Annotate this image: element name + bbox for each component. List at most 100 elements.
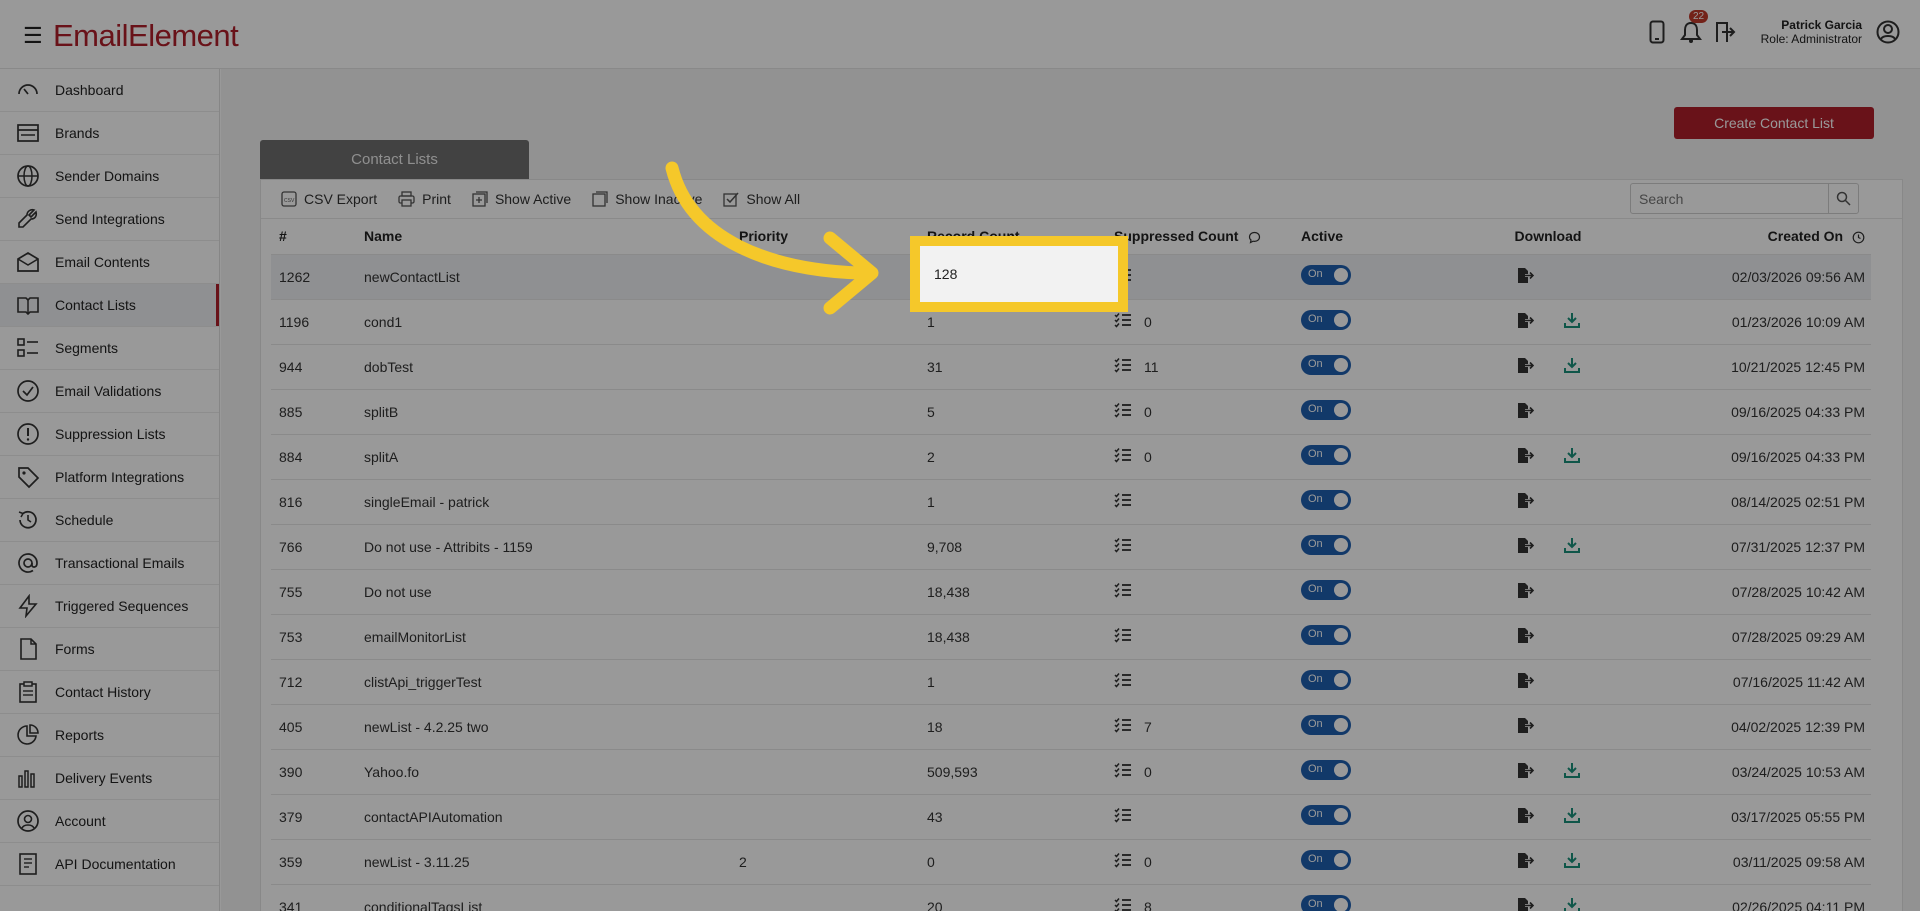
active-toggle[interactable]: On [1301,670,1351,690]
table-row[interactable]: 884 splitA 2 0 On 09/16/2025 04:33 PM [271,433,1871,479]
active-toggle[interactable]: On [1301,490,1351,510]
table-row[interactable]: 753 emailMonitorList 18,438 On 07/28/2025 09… [271,613,1871,659]
export-icon[interactable] [1516,672,1536,692]
suppressed-list-icon[interactable] [1114,357,1132,376]
table-row[interactable]: 712 clistApi_triggerTest 1 On 07/16/2025 11:… [271,658,1871,704]
row-name[interactable]: Do not use - Attribits - 1159 [364,523,739,569]
search-input[interactable] [1631,184,1828,213]
active-toggle[interactable]: On [1301,715,1351,735]
sidebar-item-account[interactable]: Account [0,800,219,843]
table-row[interactable]: 885 splitB 5 0 On 09/16/2025 04:33 PM [271,388,1871,434]
sidebar-item-brands[interactable]: Brands [0,112,219,155]
tab-contact-lists[interactable]: Contact Lists [260,140,529,179]
download-icon[interactable] [1564,897,1580,911]
suppressed-list-icon[interactable] [1114,492,1132,511]
export-icon[interactable] [1516,897,1536,911]
col-created-on[interactable]: Created On [1628,219,1871,254]
menu-icon[interactable]: ☰ [23,23,43,49]
export-icon[interactable] [1516,762,1536,782]
table-row[interactable]: 766 Do not use - Attribits - 1159 9,708 On 0… [271,523,1871,569]
suppressed-list-icon[interactable] [1114,897,1132,911]
sidebar-item-dashboard[interactable]: Dashboard [0,69,219,112]
app-logo[interactable]: EmailElement [53,18,239,54]
active-toggle[interactable]: On [1301,400,1351,420]
active-toggle[interactable]: On [1301,580,1351,600]
download-icon[interactable] [1564,312,1580,331]
row-name[interactable]: newList - 4.2.25 two [364,703,739,749]
row-name[interactable]: clistApi_triggerTest [364,658,739,704]
row-name[interactable]: emailMonitorList [364,613,739,659]
sidebar-item-platform-integrations[interactable]: Platform Integrations [0,456,219,499]
suppressed-list-icon[interactable] [1114,672,1132,691]
export-icon[interactable] [1516,852,1536,872]
sidebar-item-segments[interactable]: Segments [0,327,219,370]
user-avatar-icon[interactable] [1876,20,1900,48]
export-icon[interactable] [1516,312,1536,332]
logout-icon[interactable] [1713,18,1737,46]
row-name[interactable]: contactAPIAutomation [364,793,739,839]
download-icon[interactable] [1564,762,1580,781]
sidebar-item-send-integrations[interactable]: Send Integrations [0,198,219,241]
active-toggle[interactable]: On [1301,265,1351,285]
sidebar-item-suppression-lists[interactable]: Suppression Lists [0,413,219,456]
suppressed-list-icon[interactable] [1114,582,1132,601]
export-icon[interactable] [1516,357,1536,377]
sidebar-item-transactional-emails[interactable]: Transactional Emails [0,542,219,585]
sidebar-item-contact-history[interactable]: Contact History [0,671,219,714]
active-toggle[interactable]: On [1301,760,1351,780]
suppressed-list-icon[interactable] [1114,537,1132,556]
export-icon[interactable] [1516,582,1536,602]
table-row[interactable]: 755 Do not use 18,438 On 07/28/2025 10:42 AM [271,568,1871,614]
col-suppressed-count[interactable]: Suppressed Count [1114,219,1301,254]
export-icon[interactable] [1516,447,1536,467]
suppressed-list-icon[interactable] [1114,717,1132,736]
table-row[interactable]: 390 Yahoo.fo 509,593 0 On 03/24/2025 10:53 AM [271,748,1871,794]
export-icon[interactable] [1516,402,1536,422]
active-toggle[interactable]: On [1301,625,1351,645]
highlighted-record-count[interactable]: 128 [910,236,1128,312]
export-icon[interactable] [1516,717,1536,737]
row-name[interactable]: splitA [364,433,739,479]
row-name[interactable]: splitB [364,388,739,434]
export-icon[interactable] [1516,807,1536,827]
csv-export-button[interactable]: CSV CSV Export [281,191,377,207]
suppressed-list-icon[interactable] [1114,627,1132,646]
show-active-button[interactable]: Show Active [472,191,571,207]
sidebar-item-api-documentation[interactable]: API Documentation [0,843,219,886]
sidebar-item-delivery-events[interactable]: Delivery Events [0,757,219,800]
row-name[interactable]: newList - 3.11.25 [364,838,739,884]
bell-icon[interactable]: 22 [1679,10,1709,46]
active-toggle[interactable]: On [1301,895,1351,911]
mobile-icon[interactable] [1645,18,1669,46]
row-name[interactable]: Do not use [364,568,739,614]
suppressed-list-icon[interactable] [1114,852,1132,871]
active-toggle[interactable]: On [1301,310,1351,330]
export-icon[interactable] [1516,492,1536,512]
row-name[interactable]: conditionalTagsList [364,883,739,911]
table-row[interactable]: 341 conditionalTagsList 20 8 On 02/26/2025 04… [271,883,1871,911]
table-row[interactable]: 359 newList - 3.11.25 2 0 0 On 03/11/2025 09:5… [271,838,1871,884]
sidebar-item-schedule[interactable]: Schedule [0,499,219,542]
active-toggle[interactable]: On [1301,355,1351,375]
sidebar-item-contact-lists[interactable]: Contact Lists [0,284,219,327]
col-active[interactable]: Active [1301,219,1468,254]
suppressed-list-icon[interactable] [1114,762,1132,781]
download-icon[interactable] [1564,537,1580,556]
download-icon[interactable] [1564,357,1580,376]
search-button[interactable] [1828,184,1858,213]
sidebar-item-reports[interactable]: Reports [0,714,219,757]
download-icon[interactable] [1564,807,1580,826]
col-id[interactable]: # [271,219,364,254]
download-icon[interactable] [1564,852,1580,871]
active-toggle[interactable]: On [1301,850,1351,870]
suppressed-list-icon[interactable] [1114,807,1132,826]
export-icon[interactable] [1516,267,1536,287]
sidebar-item-email-validations[interactable]: Email Validations [0,370,219,413]
suppressed-list-icon[interactable] [1114,312,1132,331]
table-row[interactable]: 944 dobTest 31 11 On 10/21/2025 12:45 PM [271,343,1871,389]
table-row[interactable]: 379 contactAPIAutomation 43 On 03/17/2025 05… [271,793,1871,839]
export-icon[interactable] [1516,627,1536,647]
row-name[interactable]: Yahoo.fo [364,748,739,794]
create-contact-list-button[interactable]: Create Contact List [1674,107,1874,139]
sidebar-item-forms[interactable]: Forms [0,628,219,671]
